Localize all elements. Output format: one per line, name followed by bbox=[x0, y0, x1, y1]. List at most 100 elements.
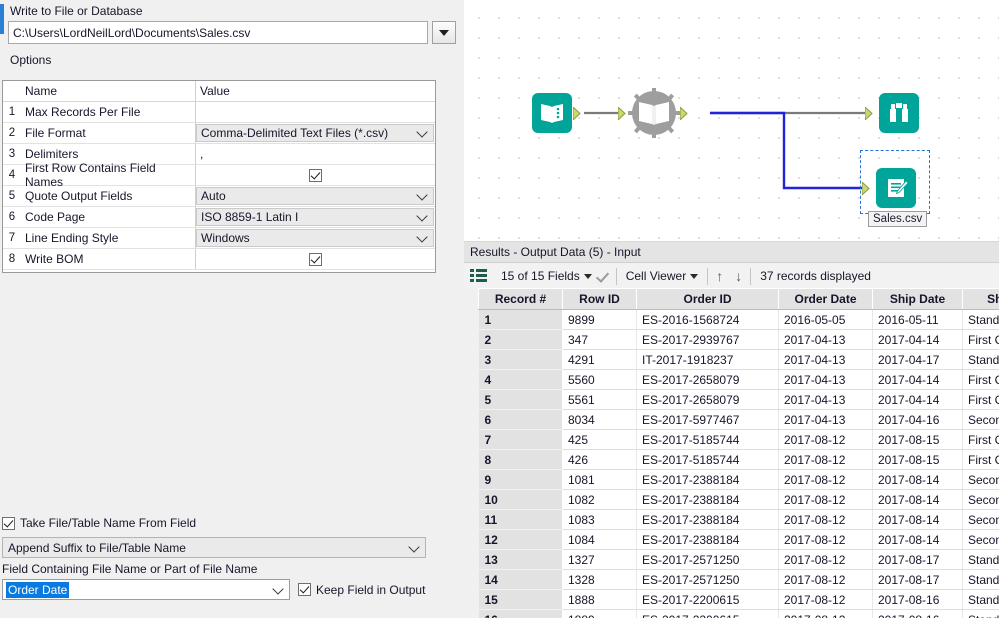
table-cell[interactable]: 2017-08-14 bbox=[873, 530, 963, 550]
output-anchor[interactable] bbox=[680, 107, 691, 120]
table-cell[interactable]: ES-2017-2200615 bbox=[637, 610, 779, 618]
table-cell[interactable]: ES-2017-2388184 bbox=[637, 470, 779, 490]
table-cell[interactable]: 2017-08-12 bbox=[779, 510, 873, 530]
table-cell[interactable]: 2017-04-13 bbox=[779, 350, 873, 370]
option-value-text[interactable] bbox=[196, 102, 435, 122]
record-number-cell[interactable]: 13 bbox=[479, 550, 563, 570]
table-cell[interactable]: Second Class bbox=[963, 410, 999, 430]
table-cell[interactable]: 1083 bbox=[563, 510, 637, 530]
table-row[interactable]: 8426ES-2017-51857442017-08-122017-08-15F… bbox=[479, 450, 999, 470]
table-cell[interactable]: 425 bbox=[563, 430, 637, 450]
table-row[interactable]: 2347ES-2017-29397672017-04-132017-04-14F… bbox=[479, 330, 999, 350]
table-cell[interactable]: 347 bbox=[563, 330, 637, 350]
table-row[interactable]: 68034ES-2017-59774672017-04-132017-04-16… bbox=[479, 410, 999, 430]
table-row[interactable]: 131327ES-2017-25712502017-08-122017-08-1… bbox=[479, 550, 999, 570]
option-value-text[interactable]: , bbox=[196, 144, 435, 164]
table-cell[interactable]: ES-2017-2388184 bbox=[637, 490, 779, 510]
column-header[interactable]: Order ID bbox=[637, 289, 779, 310]
keep-field-checkbox[interactable] bbox=[298, 583, 311, 596]
table-cell[interactable]: 1081 bbox=[563, 470, 637, 490]
record-number-cell[interactable]: 1 bbox=[479, 310, 563, 330]
table-cell[interactable]: 8034 bbox=[563, 410, 637, 430]
option-value-combo[interactable]: Comma-Delimited Text Files (*.csv) bbox=[196, 124, 434, 142]
table-cell[interactable]: 2017-08-12 bbox=[779, 490, 873, 510]
table-cell[interactable]: 2016-05-11 bbox=[873, 310, 963, 330]
take-name-from-field-row[interactable]: Take File/Table Name From Field bbox=[2, 516, 442, 530]
table-cell[interactable]: 2017-08-14 bbox=[873, 470, 963, 490]
table-cell[interactable]: ES-2017-2571250 bbox=[637, 550, 779, 570]
table-row[interactable]: 121084ES-2017-23881842017-08-122017-08-1… bbox=[479, 530, 999, 550]
record-number-cell[interactable]: 8 bbox=[479, 450, 563, 470]
option-value-checkbox[interactable] bbox=[196, 249, 435, 269]
table-cell[interactable]: 2017-08-12 bbox=[779, 550, 873, 570]
fields-count-dropdown[interactable]: 15 of 15 Fields bbox=[494, 263, 614, 289]
option-row[interactable]: 1Max Records Per File bbox=[3, 102, 435, 123]
table-cell[interactable]: ES-2017-5185744 bbox=[637, 450, 779, 470]
table-row[interactable]: 45560ES-2017-26580792017-04-132017-04-14… bbox=[479, 370, 999, 390]
table-cell[interactable]: ES-2017-2388184 bbox=[637, 530, 779, 550]
table-cell[interactable]: 2016-05-05 bbox=[779, 310, 873, 330]
table-cell[interactable]: 2017-04-16 bbox=[873, 410, 963, 430]
record-number-cell[interactable]: 4 bbox=[479, 370, 563, 390]
results-table-wrap[interactable]: Record #Row IDOrder IDOrder DateShip Dat… bbox=[464, 288, 999, 618]
column-header[interactable]: Record # bbox=[479, 289, 563, 310]
table-row[interactable]: 91081ES-2017-23881842017-08-122017-08-14… bbox=[479, 470, 999, 490]
tool-input-data[interactable] bbox=[532, 93, 572, 133]
column-header[interactable]: Ship Mode bbox=[963, 289, 999, 310]
file-path-dropdown-button[interactable] bbox=[432, 21, 456, 44]
option-row[interactable]: 6Code PageISO 8859-1 Latin I bbox=[3, 207, 435, 228]
table-cell[interactable]: First Class bbox=[963, 450, 999, 470]
table-cell[interactable]: 2017-08-17 bbox=[873, 570, 963, 590]
column-header[interactable]: Ship Date bbox=[873, 289, 963, 310]
record-number-cell[interactable]: 2 bbox=[479, 330, 563, 350]
cell-viewer-dropdown[interactable]: Cell Viewer bbox=[619, 263, 705, 289]
input-anchor[interactable] bbox=[862, 182, 873, 195]
table-row[interactable]: 141328ES-2017-25712502017-08-122017-08-1… bbox=[479, 570, 999, 590]
table-cell[interactable]: 2017-04-13 bbox=[779, 330, 873, 350]
option-checkbox[interactable] bbox=[309, 253, 322, 266]
table-cell[interactable]: Second Class bbox=[963, 510, 999, 530]
table-cell[interactable]: ES-2017-2388184 bbox=[637, 510, 779, 530]
record-number-cell[interactable]: 9 bbox=[479, 470, 563, 490]
table-row[interactable]: 161889ES-2017-22006152017-08-122017-08-1… bbox=[479, 610, 999, 618]
option-row[interactable]: 8Write BOM bbox=[3, 249, 435, 270]
table-cell[interactable]: 2017-04-17 bbox=[873, 350, 963, 370]
table-cell[interactable]: 1328 bbox=[563, 570, 637, 590]
tool-macro[interactable] bbox=[620, 88, 680, 141]
input-anchor[interactable] bbox=[865, 107, 876, 120]
table-cell[interactable]: First Class bbox=[963, 330, 999, 350]
file-path-input[interactable] bbox=[8, 21, 428, 44]
table-cell[interactable]: First Class bbox=[963, 430, 999, 450]
table-cell[interactable]: Standard Class bbox=[963, 550, 999, 570]
table-cell[interactable]: Second Class bbox=[963, 530, 999, 550]
table-cell[interactable]: 1889 bbox=[563, 610, 637, 618]
table-cell[interactable]: ES-2017-2939767 bbox=[637, 330, 779, 350]
record-number-cell[interactable]: 12 bbox=[479, 530, 563, 550]
table-cell[interactable]: 2017-08-17 bbox=[873, 550, 963, 570]
table-cell[interactable]: ES-2017-2200615 bbox=[637, 590, 779, 610]
option-checkbox[interactable] bbox=[309, 169, 322, 182]
table-row[interactable]: 34291IT-2017-19182372017-04-132017-04-17… bbox=[479, 350, 999, 370]
sort-down-button[interactable]: ↓ bbox=[729, 263, 748, 289]
table-cell[interactable]: First Class bbox=[963, 390, 999, 410]
table-cell[interactable]: Standard Class bbox=[963, 570, 999, 590]
option-row[interactable]: 2File FormatComma-Delimited Text Files (… bbox=[3, 123, 435, 144]
option-value-combo[interactable]: Auto bbox=[196, 187, 434, 205]
record-number-cell[interactable]: 14 bbox=[479, 570, 563, 590]
record-number-cell[interactable]: 3 bbox=[479, 350, 563, 370]
table-cell[interactable]: 2017-04-14 bbox=[873, 330, 963, 350]
table-cell[interactable]: 2017-08-15 bbox=[873, 430, 963, 450]
column-header[interactable]: Row ID bbox=[563, 289, 637, 310]
table-cell[interactable]: ES-2017-5185744 bbox=[637, 430, 779, 450]
table-row[interactable]: 19899ES-2016-15687242016-05-052016-05-11… bbox=[479, 310, 999, 330]
table-row[interactable]: 111083ES-2017-23881842017-08-122017-08-1… bbox=[479, 510, 999, 530]
table-cell[interactable]: IT-2017-1918237 bbox=[637, 350, 779, 370]
option-row[interactable]: 4First Row Contains Field Names bbox=[3, 165, 435, 186]
sort-up-button[interactable]: ↑ bbox=[710, 263, 729, 289]
table-cell[interactable]: 4291 bbox=[563, 350, 637, 370]
table-cell[interactable]: 1327 bbox=[563, 550, 637, 570]
table-cell[interactable]: 2017-08-14 bbox=[873, 510, 963, 530]
table-cell[interactable]: 2017-04-13 bbox=[779, 410, 873, 430]
table-cell[interactable]: 1888 bbox=[563, 590, 637, 610]
workflow-canvas[interactable]: Sales.csv bbox=[464, 0, 999, 241]
